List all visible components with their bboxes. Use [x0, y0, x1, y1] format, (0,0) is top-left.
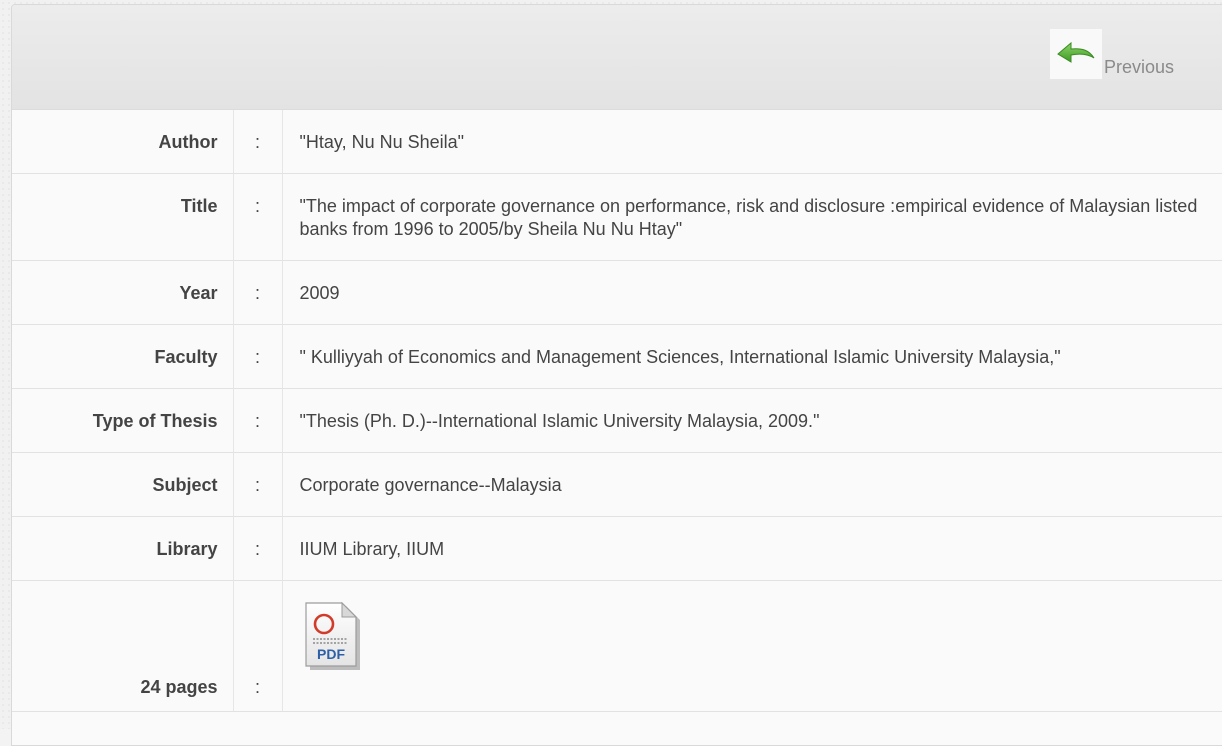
record-details-table: Author : "Htay, Nu Nu Sheila" Title : "T…	[12, 110, 1222, 712]
page-background: Previous Author : "Htay, Nu Nu Sheila" T…	[0, 0, 1222, 746]
table-row-thesis-type: Type of Thesis : "Thesis (Ph. D.)--Inter…	[12, 388, 1222, 453]
field-separator: :	[254, 132, 260, 152]
faculty-value: " Kulliyyah of Economics and Management …	[299, 347, 1061, 367]
author-value: "Htay, Nu Nu Sheila"	[299, 132, 465, 152]
library-value: IIUM Library, IIUM	[299, 539, 445, 559]
previous-link[interactable]: Previous	[1050, 29, 1174, 79]
title-value: "The impact of corporate governance on p…	[299, 196, 1198, 239]
previous-label: Previous	[1104, 57, 1175, 77]
table-row-title: Title : "The impact of corporate governa…	[12, 173, 1222, 261]
table-row-author: Author : "Htay, Nu Nu Sheila"	[12, 110, 1222, 174]
table-row-subject: Subject : Corporate governance--Malaysia	[12, 452, 1222, 517]
table-row-library: Library : IIUM Library, IIUM	[12, 516, 1222, 581]
subject-value: Corporate governance--Malaysia	[299, 475, 562, 495]
field-separator: :	[254, 411, 260, 431]
field-label: 24 pages	[140, 677, 218, 697]
field-label: Type of Thesis	[92, 411, 218, 431]
table-row-pages: 24 pages : PDF	[12, 580, 1222, 712]
field-label: Subject	[152, 475, 218, 495]
field-label: Title	[180, 196, 218, 216]
field-label: Year	[179, 283, 218, 303]
field-label: Author	[158, 132, 218, 152]
pdf-file-label: PDF	[317, 646, 345, 662]
field-separator: :	[254, 677, 260, 697]
field-separator: :	[254, 347, 260, 367]
table-row-faculty: Faculty : " Kulliyyah of Economics and M…	[12, 324, 1222, 389]
record-panel: Previous Author : "Htay, Nu Nu Sheila" T…	[11, 4, 1222, 746]
year-value: 2009	[299, 283, 340, 303]
field-label: Library	[156, 539, 218, 559]
field-separator: :	[254, 539, 260, 559]
field-separator: :	[254, 196, 260, 216]
table-row-year: Year : 2009	[12, 260, 1222, 325]
record-header: Previous	[12, 5, 1222, 110]
field-separator: :	[254, 475, 260, 495]
thesis-type-value: "Thesis (Ph. D.)--International Islamic …	[299, 411, 820, 431]
pdf-file-icon[interactable]: PDF	[300, 601, 362, 677]
field-label: Faculty	[154, 347, 218, 367]
field-separator: :	[254, 283, 260, 303]
back-arrow-icon	[1050, 29, 1102, 79]
